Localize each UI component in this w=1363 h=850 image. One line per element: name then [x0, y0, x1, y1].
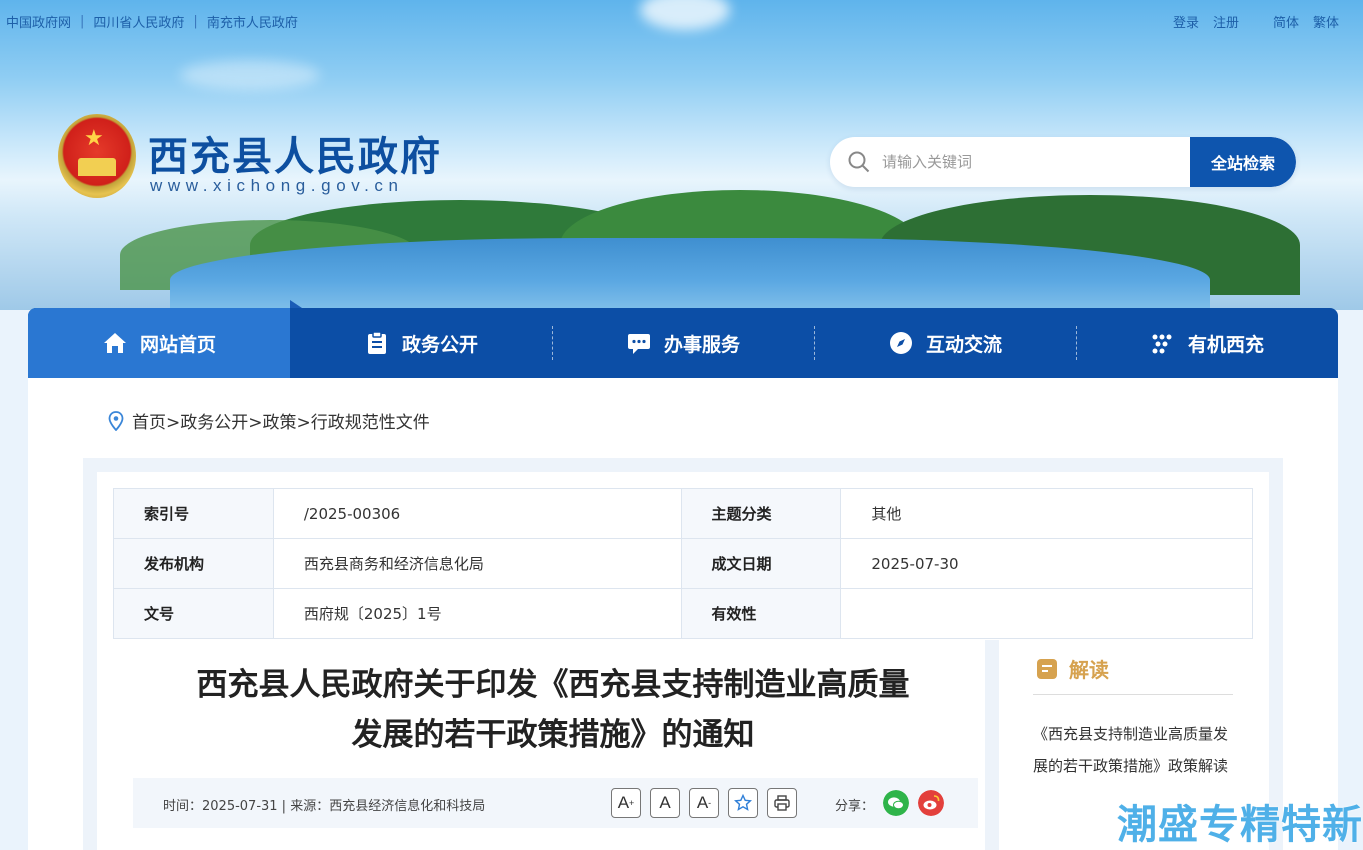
nav-item-gov-affairs[interactable]: 政务公开 [290, 308, 552, 378]
printer-icon [774, 795, 790, 811]
main-content: 首页>政务公开>政策>行政规范性文件 索引号 /2025-00306 主题分类 … [28, 378, 1338, 850]
grid-dots-icon [1152, 334, 1172, 354]
user-links: 登录 注册 简体 繁体 [1173, 12, 1339, 31]
separator: | [80, 14, 85, 29]
search-input[interactable] [882, 137, 1182, 187]
simplified-link[interactable]: 简体 [1273, 12, 1299, 31]
lake-decoration [170, 238, 1210, 308]
article: 西充县人民政府关于印发《西充县支持制造业高质量 发展的若干政策措施》的通知 时间… [113, 640, 999, 850]
nav-item-interaction[interactable]: 互动交流 [814, 308, 1076, 378]
cloud-decoration [640, 0, 730, 30]
divider [1033, 694, 1233, 695]
print-button[interactable] [767, 788, 797, 818]
meta-label: 发布机构 [113, 538, 274, 589]
national-emblem-icon: ★ [58, 114, 136, 198]
font-smaller-button[interactable]: A- [689, 788, 719, 818]
tool-label: A [617, 793, 630, 812]
article-meta-text: 时间：2025-07-31 | 来源：西充县经济信息化和科技局 [163, 799, 486, 814]
nav-label: 政务公开 [401, 333, 478, 356]
article-info-bar: 时间：2025-07-31 | 来源：西充县经济信息化和科技局 A + A A- … [133, 778, 978, 828]
nav-item-services[interactable]: 办事服务 [552, 308, 814, 378]
star-outline-icon [734, 794, 752, 811]
location-pin-icon [108, 410, 124, 431]
breadcrumb-text[interactable]: 首页>政务公开>政策>行政规范性文件 [132, 408, 430, 433]
cloud-decoration [180, 60, 320, 90]
register-link[interactable]: 注册 [1213, 12, 1239, 31]
font-normal-button[interactable]: A [650, 788, 680, 818]
document-panel: 索引号 /2025-00306 主题分类 其他 发布机构 西充县商务和经济信息化… [83, 458, 1283, 850]
breadcrumb: 首页>政务公开>政策>行政规范性文件 [108, 408, 430, 433]
login-link[interactable]: 登录 [1173, 12, 1199, 31]
main-nav: 网站首页 政务公开 办事服务 互动交流 有机西充 [28, 300, 1338, 378]
link-nanchong-gov[interactable]: 南充市人民政府 [207, 12, 298, 31]
font-larger-button[interactable]: A + [611, 788, 641, 818]
article-title-line: 西充县人民政府关于印发《西充县支持制造业高质量 [196, 667, 910, 703]
government-links: 中国政府网 | 四川省人民政府 | 南充市人民政府 [6, 12, 298, 31]
search-button[interactable]: 全站检索 [1190, 137, 1296, 187]
tool-label: A [659, 793, 671, 812]
watermark: 潮盛专精特新 [1117, 802, 1363, 848]
article-title: 西充县人民政府关于印发《西充县支持制造业高质量 发展的若干政策措施》的通知 [143, 660, 963, 760]
meta-label: 主题分类 [680, 488, 842, 539]
separator: | [193, 14, 198, 29]
nav-label: 网站首页 [139, 333, 216, 356]
meta-label: 成文日期 [680, 538, 842, 589]
traditional-link[interactable]: 繁体 [1313, 12, 1339, 31]
sidebar-heading: 解读 [1035, 654, 1109, 683]
minus-icon: - [708, 798, 712, 808]
star-icon: ★ [84, 126, 104, 151]
link-sichuan-gov[interactable]: 四川省人民政府 [93, 12, 184, 31]
site-url: www.xichong.gov.cn [150, 176, 404, 195]
gate-icon [78, 158, 116, 176]
nav-item-home[interactable]: 网站首页 [28, 300, 302, 378]
nav-label: 有机西充 [1187, 333, 1264, 356]
search-icon [848, 151, 870, 173]
article-title-line: 发展的若干政策措施》的通知 [351, 717, 755, 753]
site-title: 西充县人民政府 [148, 134, 442, 180]
meta-value: 西府规〔2025〕1号 [272, 588, 682, 639]
meta-label: 有效性 [680, 588, 842, 639]
meta-value [840, 588, 1253, 639]
meta-value: 西充县商务和经济信息化局 [272, 538, 682, 589]
link-central-gov[interactable]: 中国政府网 [6, 12, 71, 31]
table-row: 发布机构 西充县商务和经济信息化局 成文日期 2025-07-30 [113, 538, 1253, 589]
font-tools: A + A A- [611, 788, 797, 818]
meta-label: 文号 [113, 588, 274, 639]
meta-label: 索引号 [113, 488, 274, 539]
meta-value: 其他 [840, 488, 1253, 539]
search-box: 全站检索 [830, 137, 1296, 187]
favorite-button[interactable] [728, 788, 758, 818]
table-row: 文号 西府规〔2025〕1号 有效性 [113, 588, 1253, 639]
nav-label: 互动交流 [925, 333, 1002, 356]
document-icon [1037, 658, 1057, 679]
weibo-icon[interactable] [918, 790, 944, 816]
nav-label: 办事服务 [663, 333, 740, 356]
tool-label: A [696, 793, 709, 812]
interpretation-link[interactable]: 《西充县支持制造业高质量发展的若干政策措施》政策解读 [1033, 718, 1233, 782]
document-panel-inner: 索引号 /2025-00306 主题分类 其他 发布机构 西充县商务和经济信息化… [97, 472, 1269, 850]
chat-icon [627, 334, 650, 354]
wechat-icon[interactable] [883, 790, 909, 816]
nav-item-organic-xichong[interactable]: 有机西充 [1076, 308, 1338, 378]
table-row: 索引号 /2025-00306 主题分类 其他 [113, 488, 1253, 539]
share-label: 分享： [835, 799, 875, 814]
meta-value: 2025-07-30 [840, 538, 1253, 589]
document-meta-table: 索引号 /2025-00306 主题分类 其他 发布机构 西充县商务和经济信息化… [113, 488, 1253, 639]
compass-icon [889, 332, 912, 354]
plus-icon: + [629, 798, 635, 808]
clipboard-icon [367, 331, 386, 354]
meta-value: /2025-00306 [272, 488, 682, 539]
home-icon [103, 333, 126, 353]
sidebar-heading-text: 解读 [1069, 658, 1109, 682]
